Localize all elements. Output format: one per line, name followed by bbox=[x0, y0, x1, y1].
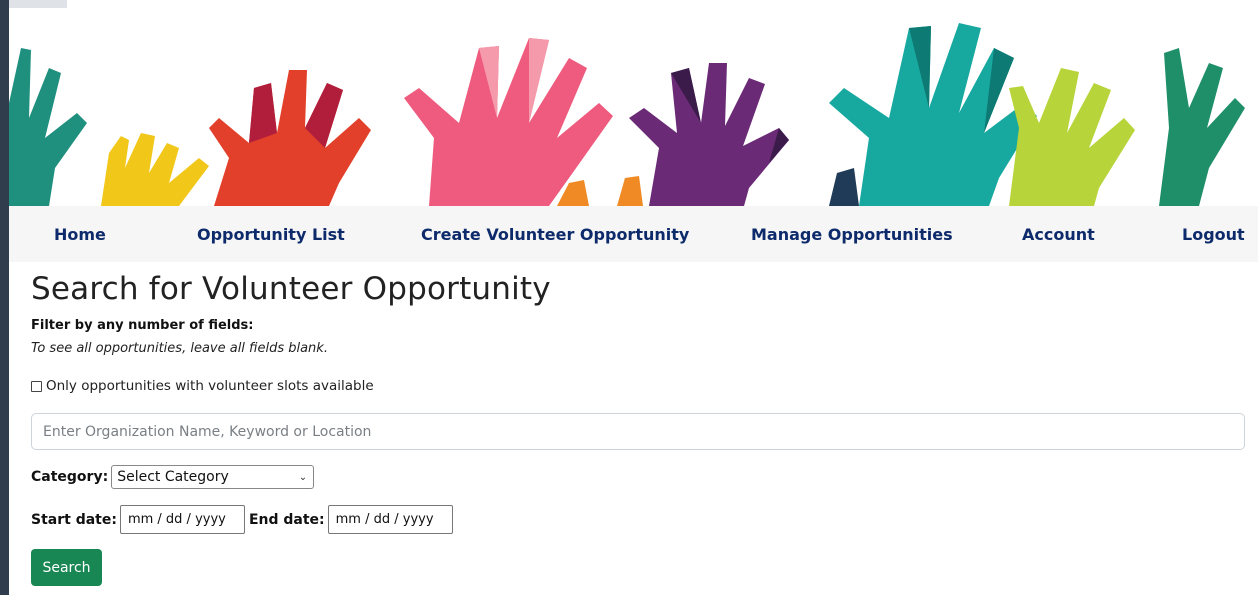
start-date-placeholder: mm / dd / yyyy bbox=[127, 512, 226, 527]
category-selected-value: Select Category bbox=[117, 469, 229, 485]
header-banner bbox=[9, 8, 1258, 206]
nav-account[interactable]: Account bbox=[1022, 206, 1095, 262]
end-date-label: End date: bbox=[248, 511, 325, 528]
page: Home Opportunity List Create Volunteer O… bbox=[9, 0, 1258, 595]
slots-available-label: Only opportunities with volunteer slots … bbox=[46, 378, 374, 394]
start-date-input[interactable]: mm / dd / yyyy bbox=[119, 505, 245, 534]
search-button[interactable]: Search bbox=[31, 549, 102, 586]
chevron-down-icon: ⌄ bbox=[298, 471, 308, 483]
top-strip bbox=[9, 0, 67, 8]
category-row: Category: Select Category ⌄ bbox=[31, 465, 315, 489]
start-date-label: Start date: bbox=[31, 511, 117, 528]
main-nav: Home Opportunity List Create Volunteer O… bbox=[9, 206, 1258, 262]
category-label: Category: bbox=[31, 469, 109, 485]
slots-available-row[interactable]: Only opportunities with volunteer slots … bbox=[31, 378, 374, 394]
nav-logout[interactable]: Logout bbox=[1182, 206, 1245, 262]
nav-opportunity-list[interactable]: Opportunity List bbox=[197, 206, 345, 262]
category-select[interactable]: Select Category ⌄ bbox=[111, 465, 315, 489]
keyword-search-input[interactable] bbox=[31, 413, 1245, 450]
page-title: Search for Volunteer Opportunity bbox=[31, 271, 551, 307]
date-row: Start date: mm / dd / yyyy End date: mm … bbox=[31, 505, 457, 534]
end-date-placeholder: mm / dd / yyyy bbox=[335, 512, 434, 527]
slots-available-checkbox[interactable] bbox=[31, 380, 42, 392]
end-date-input[interactable]: mm / dd / yyyy bbox=[327, 505, 453, 534]
nav-home[interactable]: Home bbox=[54, 206, 106, 262]
raised-hands-illustration bbox=[9, 8, 1258, 206]
filter-hint: To see all opportunities, leave all fiel… bbox=[31, 341, 328, 356]
filter-label: Filter by any number of fields: bbox=[31, 318, 254, 333]
nav-manage-opportunities[interactable]: Manage Opportunities bbox=[751, 206, 953, 262]
nav-create-volunteer-opportunity[interactable]: Create Volunteer Opportunity bbox=[421, 206, 689, 262]
